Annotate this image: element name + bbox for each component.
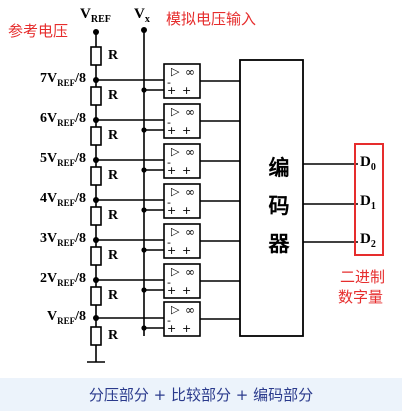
comparator-gain-symbol: ∞ bbox=[185, 303, 195, 317]
tap-label: 2VREF/8 bbox=[6, 271, 86, 288]
resistor-label: R bbox=[108, 328, 119, 343]
comparator-gain-symbol: ∞ bbox=[185, 105, 195, 119]
comparator-plus-sign: + bbox=[167, 84, 177, 97]
comparator-plus-sign-2: + bbox=[182, 322, 192, 335]
tap-label: 6VREF/8 bbox=[6, 111, 86, 128]
comparator-plus-sign: + bbox=[167, 244, 177, 257]
comparator-plus-sign-2: + bbox=[182, 284, 192, 297]
adc-diagram: 参考电压 模拟电压输入 二进制 数字量 VREF Vx 7VREF/8 6VREF… bbox=[0, 0, 402, 378]
binary-output-label-1: 二进制 bbox=[340, 268, 386, 286]
vx-sub-text: x bbox=[144, 14, 150, 25]
tap-v: V bbox=[46, 231, 58, 246]
comparator-plus-sign: + bbox=[167, 164, 177, 177]
encoder-char-bian: 编 bbox=[268, 156, 290, 180]
comparator-gain-symbol: ∞ bbox=[185, 225, 195, 239]
tap-sub: REF bbox=[57, 277, 76, 288]
tap-tail: /8 bbox=[75, 111, 86, 126]
comparator-triangle-icon: ▷ bbox=[171, 105, 180, 118]
comparator-triangle-icon: ▷ bbox=[171, 145, 180, 158]
tap-label: 4VREF/8 bbox=[6, 191, 86, 208]
caption-bar: 分压部分 + 比较部分 + 编码部分 bbox=[0, 378, 402, 411]
comparator-plus-sign-2: + bbox=[182, 204, 192, 217]
tap-v: V bbox=[46, 309, 58, 324]
resistor bbox=[90, 126, 102, 146]
vref-input-label: VREF bbox=[80, 6, 111, 25]
comparator-gain-symbol: ∞ bbox=[185, 185, 195, 199]
resistor bbox=[90, 46, 102, 66]
tap-sub: REF bbox=[57, 237, 76, 248]
tap-label: 7VREF/8 bbox=[6, 71, 86, 88]
comparator-plus-sign: + bbox=[167, 322, 177, 335]
comparator-gain-symbol: ∞ bbox=[185, 145, 195, 159]
comparator-plus-sign-2: + bbox=[182, 164, 192, 177]
tap-sub: REF bbox=[57, 77, 76, 88]
resistor bbox=[90, 206, 102, 226]
tap-tail: /8 bbox=[75, 71, 86, 86]
comparator-gain-symbol: ∞ bbox=[185, 265, 195, 279]
vref-sub-text: REF bbox=[90, 14, 111, 25]
tap-coef: 4 bbox=[39, 191, 47, 206]
comparator-triangle-icon: ▷ bbox=[171, 225, 180, 238]
resistor-label: R bbox=[108, 88, 119, 103]
comparator-triangle-icon: ▷ bbox=[171, 185, 180, 198]
tap-tail: /8 bbox=[75, 191, 86, 206]
tap-coef: 2 bbox=[39, 271, 47, 286]
resistor bbox=[90, 326, 102, 346]
resistor-label: R bbox=[108, 128, 119, 143]
tap-sub: REF bbox=[57, 315, 76, 326]
vx-input-label: Vx bbox=[134, 6, 150, 25]
resistor bbox=[90, 166, 102, 186]
comparator-triangle-icon: ▷ bbox=[171, 65, 180, 78]
encoder-char-qi: 器 bbox=[268, 232, 290, 256]
tap-tail: /8 bbox=[75, 309, 86, 324]
output-highlight-box bbox=[354, 143, 384, 256]
tap-coef: 5 bbox=[39, 151, 47, 166]
resistor bbox=[90, 286, 102, 306]
vx-main-text: V bbox=[134, 6, 145, 22]
tap-v: V bbox=[46, 151, 58, 166]
tap-sub: REF bbox=[57, 197, 76, 208]
comparator-triangle-icon: ▷ bbox=[171, 265, 180, 278]
tap-label: 3VREF/8 bbox=[6, 231, 86, 248]
tap-label: VREF/8 bbox=[6, 309, 86, 326]
tap-label: 5VREF/8 bbox=[6, 151, 86, 168]
resistor-label: R bbox=[108, 208, 119, 223]
tap-coef: 6 bbox=[39, 111, 47, 126]
caption-text: 分压部分 + 比较部分 + 编码部分 bbox=[88, 386, 314, 404]
resistor-label: R bbox=[108, 48, 119, 63]
tap-v: V bbox=[46, 191, 58, 206]
comparator-plus-sign: + bbox=[167, 204, 177, 217]
analog-input-label: 模拟电压输入 bbox=[166, 10, 257, 28]
tap-coef: 3 bbox=[39, 231, 47, 246]
comparator-plus-sign: + bbox=[167, 124, 177, 137]
comparator-plus-sign-2: + bbox=[182, 244, 192, 257]
resistor-label: R bbox=[108, 248, 119, 263]
binary-output-label-2: 数字量 bbox=[338, 288, 384, 306]
encoder-char-ma: 码 bbox=[268, 194, 290, 218]
tap-coef: 7 bbox=[39, 71, 47, 86]
tap-v: V bbox=[46, 271, 58, 286]
comparator-gain-symbol: ∞ bbox=[185, 65, 195, 79]
resistor-label: R bbox=[108, 288, 119, 303]
tap-sub: REF bbox=[57, 157, 76, 168]
tap-tail: /8 bbox=[75, 271, 86, 286]
tap-tail: /8 bbox=[75, 151, 86, 166]
comparator-plus-sign-2: + bbox=[182, 84, 192, 97]
tap-tail: /8 bbox=[75, 231, 86, 246]
comparator-plus-sign-2: + bbox=[182, 124, 192, 137]
comparator-plus-sign: + bbox=[167, 284, 177, 297]
tap-sub: REF bbox=[57, 117, 76, 128]
vref-main-text: V bbox=[80, 6, 91, 22]
tap-v: V bbox=[46, 111, 58, 126]
resistor bbox=[90, 246, 102, 266]
reference-voltage-label: 参考电压 bbox=[8, 22, 69, 40]
resistor bbox=[90, 86, 102, 106]
tap-v: V bbox=[46, 71, 58, 86]
resistor-label: R bbox=[108, 168, 119, 183]
comparator-triangle-icon: ▷ bbox=[171, 303, 180, 316]
